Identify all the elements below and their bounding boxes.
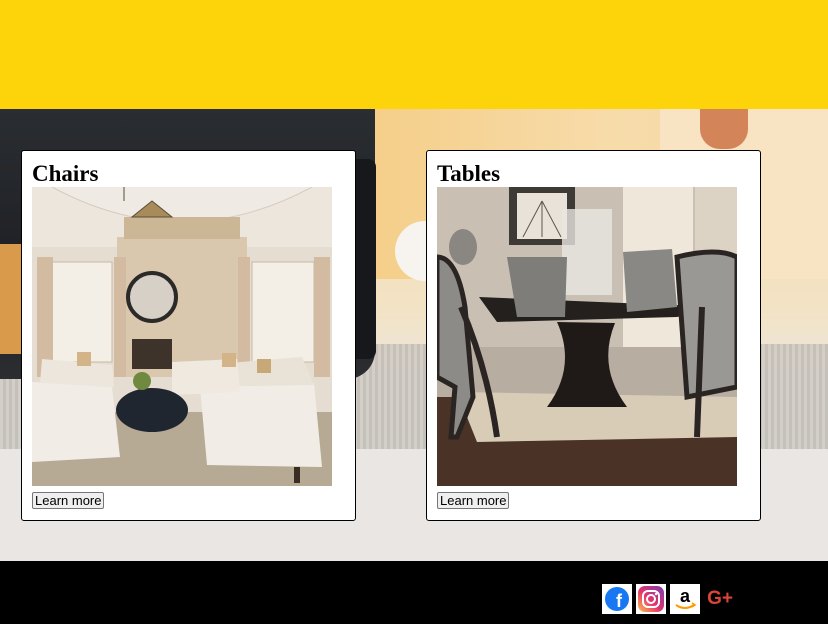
facebook-glyph: f [616,591,623,611]
card-title: Tables [437,161,501,186]
tables-photo [437,187,737,486]
chairs-photo [32,187,332,486]
hero-cushion [0,244,22,354]
learn-more-button[interactable]: Learn more [437,492,510,509]
hero-lamp [700,109,748,149]
product-card-chairs: Chairs Learn more [21,150,356,521]
amazon-icon[interactable]: a [670,584,700,614]
google-plus-glyph: G+ [707,588,733,609]
product-card-tables: Tables Learn more [426,150,761,521]
learn-more-button[interactable]: Learn more [32,492,105,509]
footer: f a G+ [0,561,828,624]
google-plus-icon[interactable]: G+ [704,584,736,614]
facebook-icon[interactable]: f [602,584,632,614]
living-room-armchairs-photo [32,187,332,486]
dining-table-set-photo [437,187,737,486]
header-banner [0,0,828,109]
amazon-glyph: a [680,586,691,606]
instagram-icon[interactable] [636,584,666,614]
card-title: Chairs [32,161,99,186]
